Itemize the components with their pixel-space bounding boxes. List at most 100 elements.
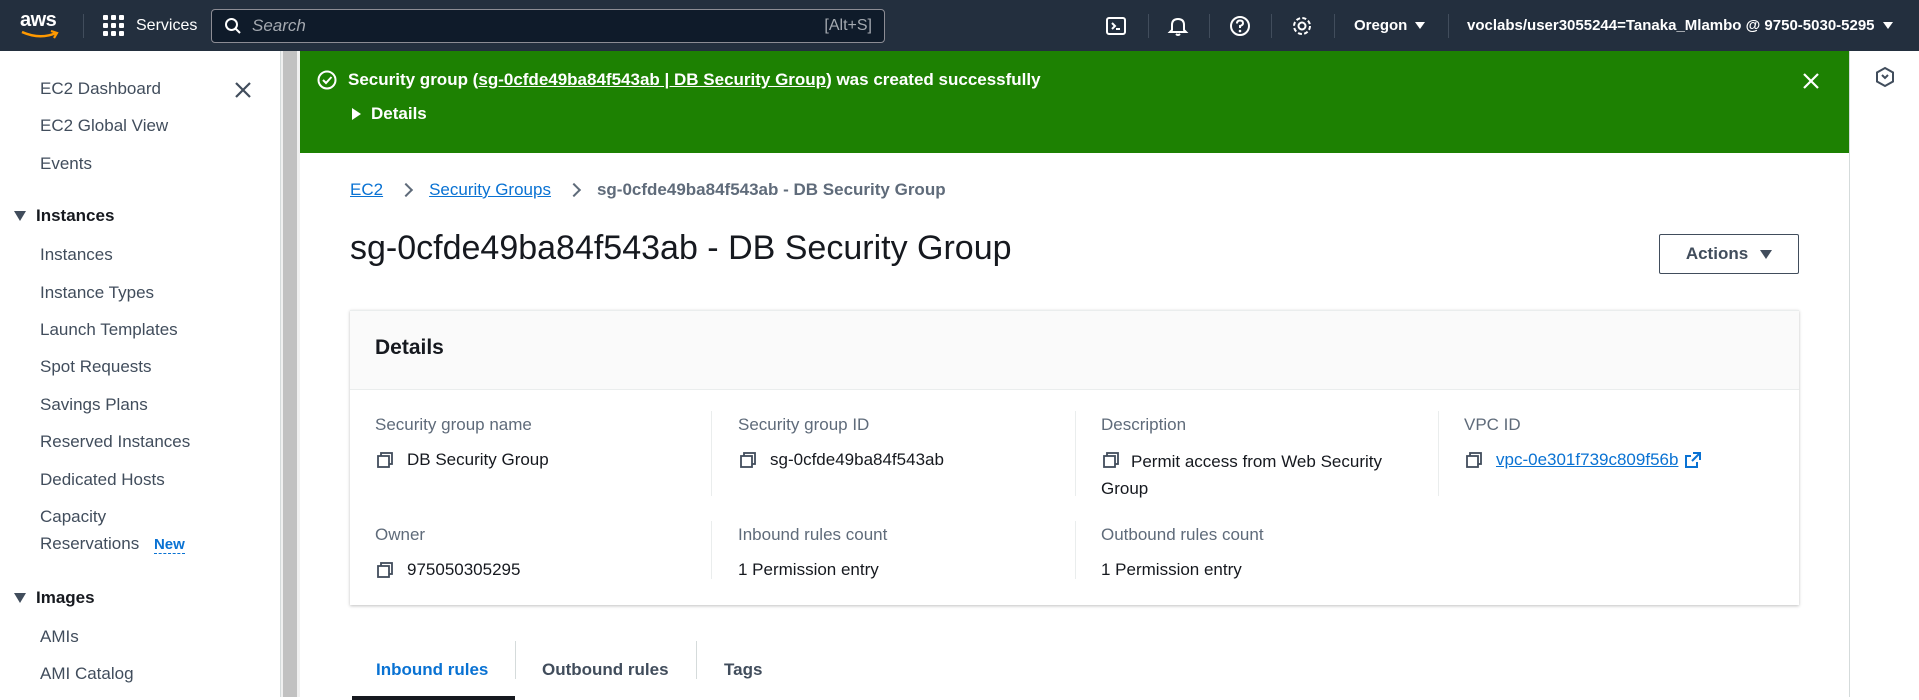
sidebar-item-ec2-dashboard[interactable]: EC2 Dashboard [40,79,161,99]
field-outbound-rules-count: Outbound rules count 1 Permission entry [1101,525,1264,583]
external-link-icon[interactable] [1684,451,1702,469]
sidebar-item-capacity-reservations[interactable]: Capacity Reservations New [40,507,185,554]
gear-icon[interactable] [1289,13,1315,39]
field-label: Security group ID [738,415,870,434]
flash-message: Security group (sg-0cfde49ba84f543ab | D… [316,69,1041,91]
help-icon[interactable] [1227,13,1253,39]
aws-smile-icon [21,30,59,39]
sidebar-section-instances[interactable]: Instances [14,206,114,226]
expand-down-icon [14,211,26,221]
main-content: Security group (sg-0cfde49ba84f543ab | D… [300,51,1849,700]
right-rail [1849,51,1919,697]
sidebar: EC2 Dashboard EC2 Global View Events Ins… [0,51,280,697]
field-description: Description Permit access from Web Secur… [1101,415,1411,502]
sidebar-item-instances[interactable]: Instances [40,245,113,265]
cloudshell-icon[interactable] [1103,13,1129,39]
breadcrumb-security-groups[interactable]: Security Groups [429,180,551,200]
sidebar-section-label: Instances [36,206,115,225]
column-divider [1075,411,1076,496]
services-label: Services [136,16,198,34]
sidebar-item-reserved-instances[interactable]: Reserved Instances [40,432,190,452]
field-label: VPC ID [1464,415,1521,434]
bell-icon[interactable] [1165,13,1191,39]
sidebar-item-label: Capacity [40,507,107,526]
tab-inbound-rules[interactable]: Inbound rules [376,642,488,697]
sidebar-item-launch-templates[interactable]: Launch Templates [40,320,178,340]
actions-button[interactable]: Actions [1659,234,1799,274]
copy-icon[interactable] [1464,450,1484,470]
sidebar-item-instance-types[interactable]: Instance Types [40,283,154,303]
nav-divider [1271,14,1272,38]
column-divider [1075,521,1076,579]
details-card-header: Details [350,311,1799,390]
sidebar-section-images[interactable]: Images [14,588,95,608]
field-label: Outbound rules count [1101,525,1264,544]
sidebar-item-spot-requests[interactable]: Spot Requests [40,357,152,377]
sidebar-item-ami-catalog[interactable]: AMI Catalog [40,664,134,684]
tab-outbound-rules[interactable]: Outbound rules [542,642,669,697]
flash-text-prefix: Security group ( [348,70,479,89]
details-heading: Details [375,336,444,359]
sidebar-item-savings-plans[interactable]: Savings Plans [40,395,148,415]
tab-tags[interactable]: Tags [724,642,762,697]
chevron-right-icon [399,182,414,198]
field-owner: Owner 975050305295 [375,525,520,583]
aws-logo[interactable]: aws [20,10,64,42]
sidebar-item-amis[interactable]: AMIs [40,627,79,647]
region-selector[interactable]: Oregon [1354,0,1426,51]
new-badge: New [153,536,185,554]
copy-icon[interactable] [1101,450,1121,470]
flash-security-group-link[interactable]: sg-0cfde49ba84f543ab | DB Security Group [478,70,826,89]
page-title: sg-0cfde49ba84f543ab - DB Security Group [350,229,1012,267]
check-circle-icon [317,70,337,90]
search-input[interactable]: Search [Alt+S] [211,9,885,43]
nav-divider [1334,14,1335,38]
caret-down-icon [1415,22,1426,29]
field-security-group-name: Security group name DB Security Group [375,415,549,473]
account-menu[interactable]: voclabs/user3055244=Tanaka_Mlambo @ 9750… [1467,0,1893,51]
success-flashbar: Security group (sg-0cfde49ba84f543ab | D… [300,51,1849,153]
breadcrumb-ec2[interactable]: EC2 [350,180,383,200]
services-grid-icon [103,15,124,36]
field-label: Security group name [375,415,532,434]
region-label: Oregon [1354,17,1408,34]
flash-details-toggle[interactable]: Details [352,104,427,124]
nav-divider [1148,14,1149,38]
account-label: voclabs/user3055244=Tanaka_Mlambo @ 9750… [1467,17,1875,34]
field-value: Group [1101,479,1149,498]
field-value: 1 Permission entry [738,560,879,579]
column-divider [711,521,712,579]
sidebar-item-ec2-global-view[interactable]: EC2 Global View [40,116,168,136]
caret-down-icon [1882,22,1893,29]
nav-divider [1448,14,1449,38]
close-icon[interactable] [233,80,253,100]
vpc-id-link[interactable]: vpc-0e301f739c809f56b [1496,446,1678,473]
field-inbound-rules-count: Inbound rules count 1 Permission entry [738,525,887,583]
details-card: Details Security group name DB Security … [350,310,1799,605]
chevron-right-icon [566,182,582,198]
copy-icon[interactable] [375,560,395,580]
nav-divider [83,14,84,38]
caret-down-icon [1760,249,1773,259]
field-vpc-id: VPC ID vpc-0e301f739c809f56b [1464,415,1702,473]
tab-divider [696,641,697,679]
copy-icon[interactable] [375,450,395,470]
copy-icon[interactable] [738,450,758,470]
field-label: Owner [375,525,426,544]
breadcrumb-current: sg-0cfde49ba84f543ab - DB Security Group [596,180,946,199]
sidebar-scrollbar-thumb[interactable] [283,51,297,697]
services-menu[interactable]: Services [103,0,197,51]
flash-details-label: Details [371,104,427,123]
field-label: Inbound rules count [738,525,888,544]
sidebar-section-label: Images [36,588,95,607]
nav-divider [1209,14,1210,38]
aws-logo-text: aws [20,9,57,31]
info-panel-icon[interactable] [1873,65,1897,89]
field-value: Permit access from Web Security [1131,452,1382,471]
sidebar-item-label: Reservations [40,534,140,553]
sidebar-item-dedicated-hosts[interactable]: Dedicated Hosts [40,470,165,490]
field-value: sg-0cfde49ba84f543ab [770,450,944,469]
close-icon[interactable] [1801,71,1821,91]
sidebar-item-events[interactable]: Events [40,154,92,174]
search-shortcut: [Alt+S] [824,17,872,34]
